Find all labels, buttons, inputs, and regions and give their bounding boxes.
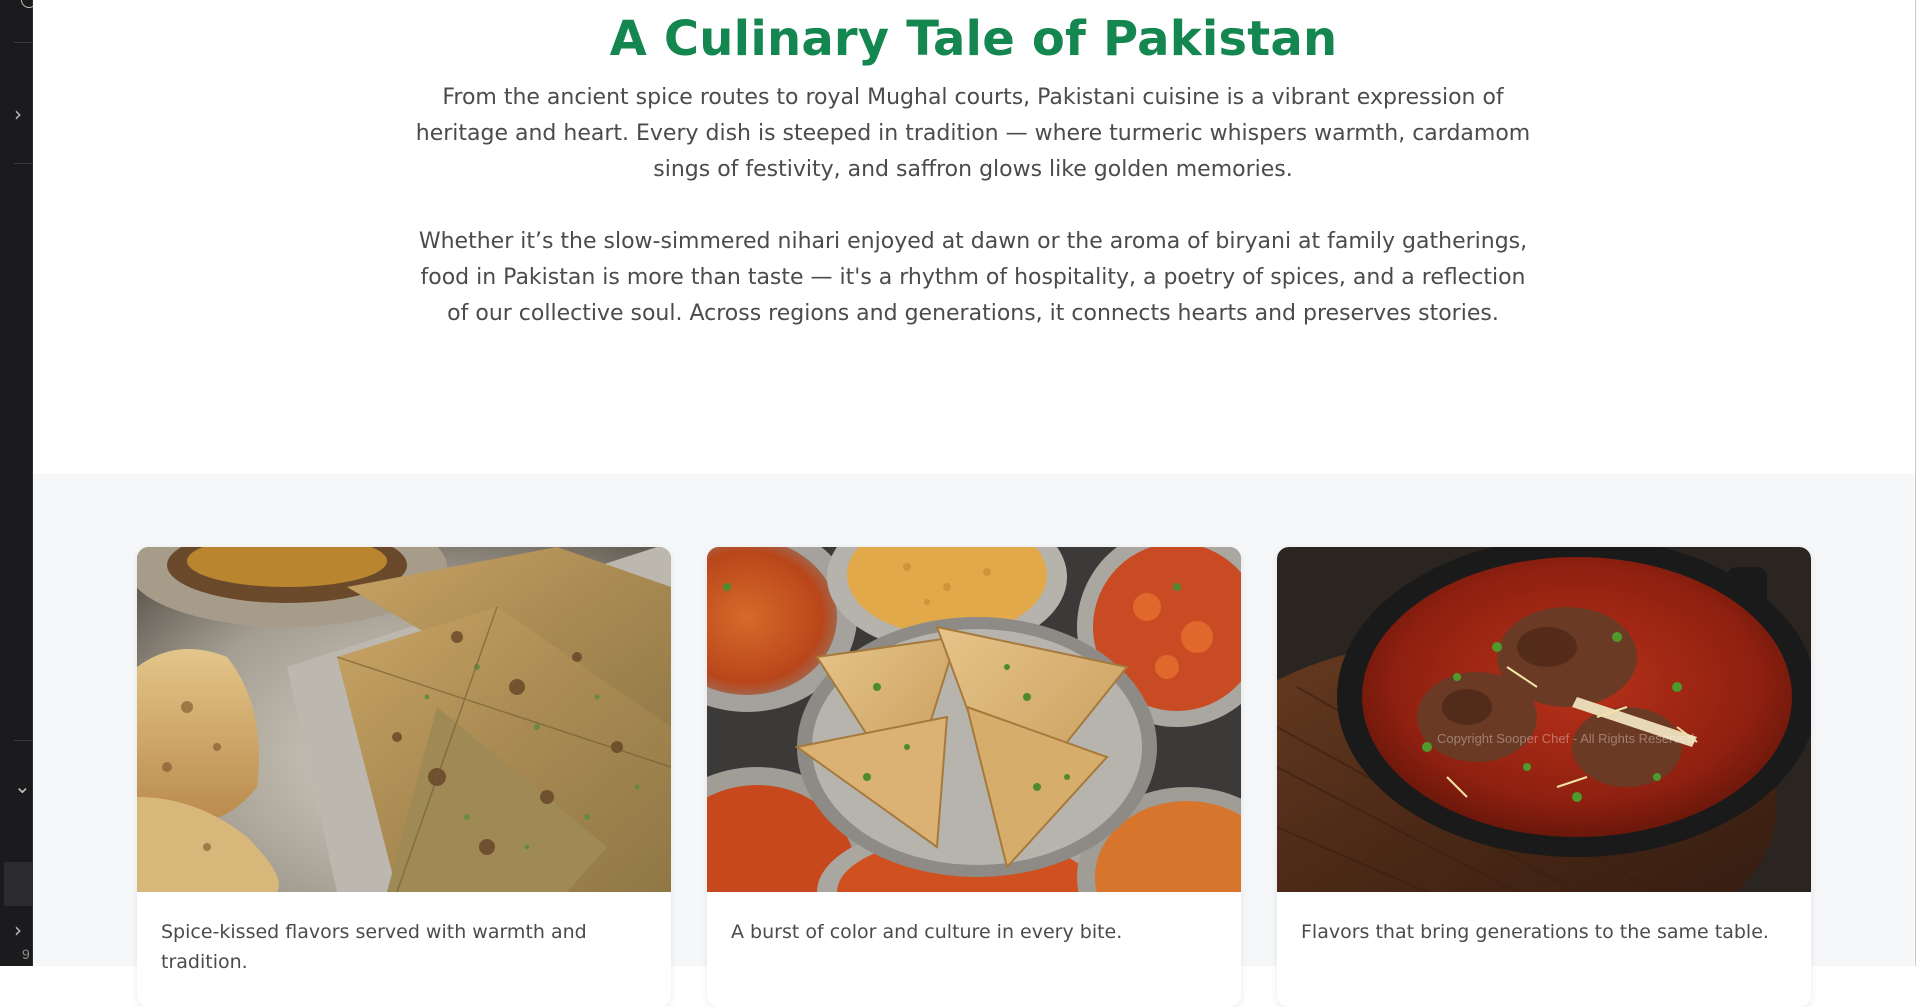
food-card[interactable]: Spice-kissed flavors served with warmth …	[137, 547, 671, 1007]
selected-item[interactable]	[4, 862, 32, 906]
divider	[14, 740, 32, 741]
card-caption: Spice-kissed flavors served with warmth …	[161, 921, 587, 973]
page-title: A Culinary Tale of Pakistan	[609, 11, 1338, 67]
food-gallery: Spice-kissed flavors served with warmth …	[33, 474, 1914, 1007]
chevron-right-icon[interactable]: ›	[14, 104, 22, 124]
scrollbar-track[interactable]	[1915, 0, 1920, 966]
food-card[interactable]: A burst of color and culture in every bi…	[707, 547, 1241, 1007]
editor-side-strip: › ⌄ › 9	[0, 0, 37, 966]
paratha-photo	[137, 547, 671, 892]
card-caption: Flavors that bring generations to the sa…	[1301, 921, 1769, 943]
chevron-right-icon[interactable]: ›	[14, 920, 22, 940]
card-caption: A burst of color and culture in every bi…	[731, 921, 1123, 943]
divider	[14, 163, 32, 164]
line-number: 9	[22, 946, 30, 962]
nihari-photo: Copyright Sooper Chef - All Rights Reser…	[1277, 547, 1811, 892]
image-watermark: Copyright Sooper Chef - All Rights Reser…	[1437, 731, 1694, 746]
samosa-photo	[707, 547, 1241, 892]
chevron-down-icon[interactable]: ⌄	[14, 776, 31, 796]
food-card[interactable]: Copyright Sooper Chef - All Rights Reser…	[1277, 547, 1811, 1007]
intro-paragraph: Whether it’s the slow-simmered nihari en…	[418, 229, 1528, 326]
intro-paragraph: From the ancient spice routes to royal M…	[415, 85, 1531, 182]
divider	[14, 42, 32, 43]
page-content: A Culinary Tale of Pakistan From the anc…	[33, 0, 1914, 1007]
intro-section: A Culinary Tale of Pakistan From the anc…	[33, 0, 1914, 474]
